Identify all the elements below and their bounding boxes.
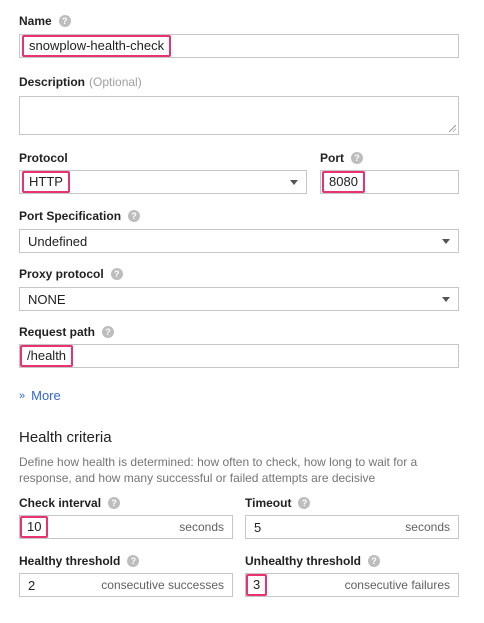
unhealthy-threshold-value: 3 — [246, 574, 268, 596]
healthy-threshold-label: Healthy threshold ? — [19, 554, 140, 568]
section-description: Define how health is determined: how oft… — [19, 455, 418, 485]
more-link[interactable]: » More — [19, 388, 61, 403]
help-icon[interactable]: ? — [110, 268, 123, 280]
request-path-label: Request path ? — [19, 325, 115, 339]
proxy-select[interactable]: NONE — [19, 287, 459, 311]
check-interval-value: 10 — [20, 516, 49, 538]
request-path-value: /health — [20, 345, 74, 367]
help-icon[interactable]: ? — [128, 210, 141, 222]
protocol-label: Protocol — [19, 151, 68, 165]
unhealthy-threshold-label: Unhealthy threshold ? — [245, 554, 381, 568]
port-label: Port ? — [320, 151, 363, 165]
healthy-threshold-label-text: Healthy threshold — [19, 554, 121, 568]
request-path-label-text: Request path — [19, 325, 96, 339]
help-icon[interactable]: ? — [351, 152, 363, 164]
description-textarea[interactable] — [19, 96, 459, 135]
check-interval-input[interactable]: 10 seconds — [19, 515, 233, 539]
unhealthy-threshold-input[interactable]: 3 consecutive failures — [245, 573, 459, 597]
proxy-value: NONE — [28, 291, 66, 307]
proxy-label: Proxy protocol ? — [19, 267, 123, 281]
description-label-text: Description — [19, 75, 86, 89]
description-label: Description (Optional) — [19, 75, 142, 89]
double-chevron-down-icon: » — [19, 389, 26, 402]
timeout-unit: seconds — [405, 520, 450, 534]
port-spec-select[interactable]: Undefined — [19, 229, 459, 253]
proxy-label-text: Proxy protocol — [19, 267, 104, 281]
timeout-value: 5 — [254, 519, 262, 535]
timeout-label-text: Timeout — [245, 496, 292, 510]
port-spec-label: Port Specification ? — [19, 209, 141, 223]
chevron-down-icon — [442, 239, 450, 244]
help-icon[interactable]: ? — [127, 555, 140, 567]
name-value: snowplow-health-check — [22, 35, 172, 57]
timeout-label: Timeout ? — [245, 496, 311, 510]
section-title: Health criteria — [19, 429, 112, 446]
unhealthy-threshold-unit: consecutive failures — [344, 578, 450, 592]
timeout-input[interactable]: 5 seconds — [245, 515, 459, 539]
protocol-label-text: Protocol — [19, 151, 68, 165]
chevron-down-icon — [442, 297, 450, 302]
optional-hint: (Optional) — [89, 75, 142, 89]
port-spec-value: Undefined — [28, 233, 88, 249]
healthy-threshold-value: 2 — [28, 577, 36, 593]
name-input[interactable]: snowplow-health-check — [19, 34, 459, 58]
port-spec-label-text: Port Specification — [19, 209, 122, 223]
help-icon[interactable]: ? — [298, 497, 311, 509]
help-icon[interactable]: ? — [58, 15, 71, 27]
port-input[interactable]: 8080 — [320, 170, 459, 194]
help-icon[interactable]: ? — [102, 326, 115, 338]
name-label-text: Name — [19, 14, 52, 28]
more-label: More — [31, 388, 61, 403]
port-value: 8080 — [322, 171, 365, 193]
check-interval-label-text: Check interval — [19, 496, 102, 510]
healthy-threshold-unit: consecutive successes — [101, 578, 224, 592]
protocol-select[interactable]: HTTP — [19, 170, 307, 194]
unhealthy-threshold-label-text: Unhealthy threshold — [245, 554, 362, 568]
protocol-value: HTTP — [22, 171, 70, 193]
request-path-input[interactable]: /health — [19, 344, 459, 368]
chevron-down-icon — [290, 180, 298, 185]
resize-handle-icon[interactable] — [449, 125, 456, 132]
healthy-threshold-input[interactable]: 2 consecutive successes — [19, 573, 233, 597]
help-icon[interactable]: ? — [108, 497, 121, 509]
name-label: Name ? — [19, 14, 71, 28]
help-icon[interactable]: ? — [368, 555, 381, 567]
check-interval-label: Check interval ? — [19, 496, 121, 510]
port-label-text: Port — [320, 151, 344, 165]
check-interval-unit: seconds — [179, 520, 224, 534]
